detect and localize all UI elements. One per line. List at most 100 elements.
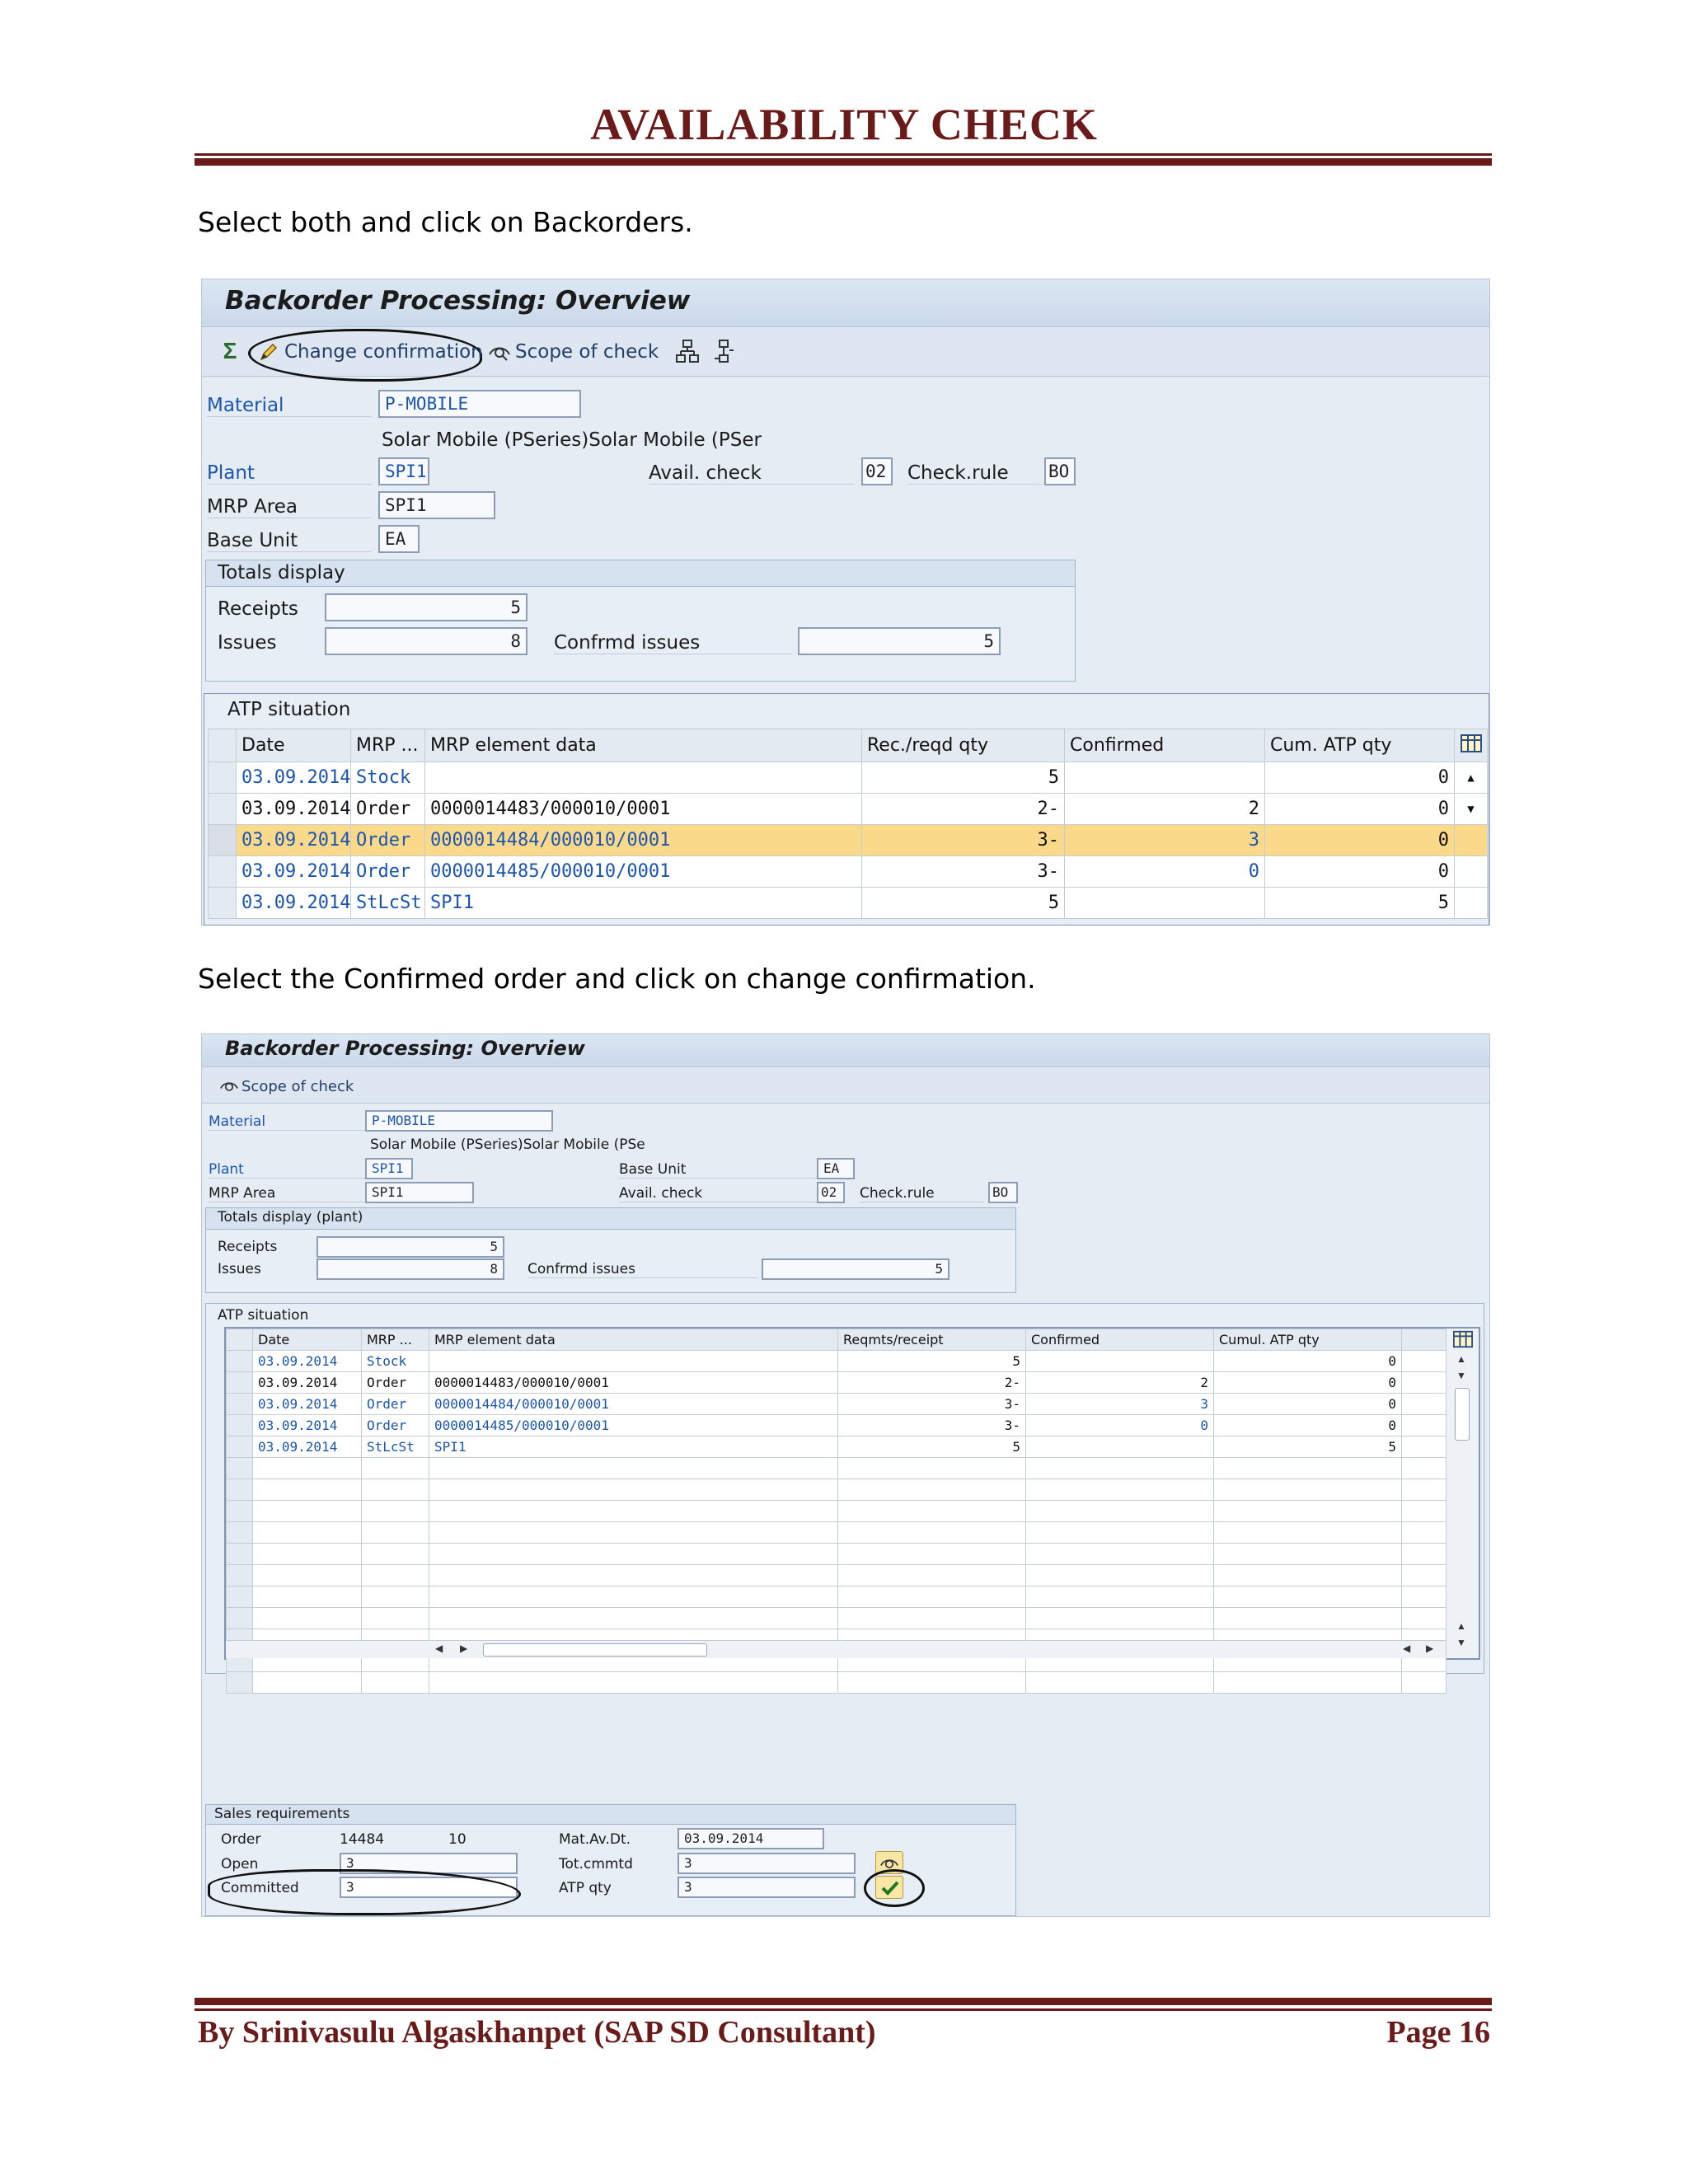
row-selector[interactable]	[208, 855, 237, 888]
row-selector[interactable]	[226, 1393, 253, 1415]
row-selector[interactable]	[226, 1436, 253, 1458]
cum-atp-cell: 5	[1213, 1436, 1402, 1458]
atp-qty-field[interactable]: 3	[678, 1877, 856, 1898]
column-header[interactable]: MRP ...	[350, 729, 425, 762]
row-selector[interactable]	[208, 793, 237, 825]
column-header[interactable]: Date	[252, 1329, 362, 1351]
change-confirmation-button[interactable]: Change confirmation	[258, 337, 483, 367]
scroll-up-icon[interactable]: ▲	[1454, 762, 1488, 794]
scroll-up-icon[interactable]: ▲	[1456, 1353, 1466, 1365]
row-selector[interactable]	[208, 887, 237, 919]
material-field[interactable]: P-MOBILE	[365, 1110, 553, 1132]
row-selector[interactable]	[208, 762, 237, 794]
confirmed-cell: 3	[1064, 824, 1265, 856]
qty-cell: 5	[861, 887, 1065, 919]
mrp-area-field[interactable]: SPI1	[365, 1182, 474, 1203]
vertical-scrollbar[interactable]: ▲ ▼ ▲ ▼	[1446, 1329, 1479, 1658]
empty-cell	[252, 1607, 362, 1629]
atp-situation-table: Date MRP ... MRP element data Rec./reqd …	[208, 729, 1488, 919]
scroll-thumb[interactable]	[1455, 1388, 1470, 1441]
scroll-right-icon[interactable]: ▶	[1426, 1643, 1433, 1654]
row-selector-header	[208, 729, 237, 762]
date-cell: 03.09.2014	[252, 1393, 362, 1415]
scroll-left-icon[interactable]: ◀	[1403, 1643, 1410, 1654]
table-row[interactable]: 03.09.2014 Order 0000014483/000010/0001 2- 2…	[226, 1371, 1447, 1394]
avail-check-field[interactable]: 02	[861, 457, 893, 485]
check-rule-field[interactable]: BO	[1044, 457, 1076, 485]
scroll-up-icon[interactable]: ▲	[1456, 1620, 1466, 1632]
table-row[interactable]: 03.09.2014 Order 0000014484/000010/0001 3- 3…	[208, 824, 1488, 856]
base-unit-field[interactable]: EA	[378, 525, 420, 553]
column-header[interactable]: Cumul. ATP qty	[1213, 1329, 1402, 1351]
column-header[interactable]: Confirmed	[1064, 729, 1265, 762]
table-row[interactable]: 03.09.2014 Order 0000014485/000010/0001 3- 0…	[208, 855, 1488, 888]
scroll-down-icon[interactable]: ▼	[1456, 1370, 1466, 1381]
column-header[interactable]: Reqmts/receipt	[837, 1329, 1026, 1351]
confirmed-cell	[1025, 1350, 1214, 1372]
column-header[interactable]: MRP element data	[429, 1329, 838, 1351]
row-selector[interactable]	[208, 824, 237, 856]
row-selector	[226, 1479, 253, 1501]
date-cell: 03.09.2014	[252, 1350, 362, 1372]
column-header[interactable]: Cum. ATP qty	[1264, 729, 1455, 762]
row-selector[interactable]	[226, 1350, 253, 1372]
column-header[interactable]: Rec./reqd qty	[861, 729, 1065, 762]
confirmed-issues-field[interactable]: 5	[798, 627, 1001, 655]
empty-cell	[1401, 1564, 1447, 1586]
mrp-cell: StLcSt	[361, 1436, 429, 1458]
table-row[interactable]: 03.09.2014 StLcSt SPI1 5 5	[226, 1436, 1447, 1458]
check-rule-field[interactable]: BO	[988, 1182, 1018, 1203]
empty-cell	[1213, 1671, 1402, 1694]
scope-of-check-icon	[220, 1082, 238, 1091]
table-settings-icon[interactable]	[1454, 729, 1488, 762]
column-header[interactable]: MRP ...	[361, 1329, 429, 1351]
plant-field[interactable]: SPI1	[378, 457, 429, 485]
plant-field[interactable]: SPI1	[365, 1158, 413, 1179]
empty-cell	[837, 1500, 1026, 1522]
receipts-field[interactable]: 5	[325, 593, 528, 621]
date-cell: 03.09.2014	[252, 1371, 362, 1394]
scroll-right-icon[interactable]: ▶	[460, 1643, 467, 1654]
expand-hierarchy-icon[interactable]	[675, 339, 700, 363]
totals-display-title: Totals display (plant)	[218, 1209, 363, 1226]
table-row[interactable]: 03.09.2014 Order 0000014483/000010/0001 2- 2…	[208, 793, 1488, 825]
scope-of-check-button[interactable]: Scope of check	[487, 337, 659, 367]
qty-cell: 3-	[837, 1393, 1026, 1415]
empty-cell	[429, 1671, 838, 1694]
table-row[interactable]: 03.09.2014 Order 0000014485/000010/0001 3- 0…	[226, 1414, 1447, 1436]
row-selector[interactable]	[226, 1371, 253, 1394]
horizontal-scrollbar[interactable]: ◀ ▶ ◀ ▶	[226, 1640, 1446, 1658]
scroll-left-icon[interactable]: ◀	[435, 1643, 443, 1654]
scope-of-check-icon	[489, 347, 510, 361]
scroll-thumb[interactable]	[483, 1643, 707, 1657]
mrp-area-field[interactable]: SPI1	[378, 491, 495, 519]
scope-of-check-button[interactable]: Scope of check	[218, 1076, 354, 1097]
avail-check-field[interactable]: 02	[817, 1182, 845, 1203]
empty-cell	[429, 1586, 838, 1608]
column-header[interactable]: Confirmed	[1025, 1329, 1214, 1351]
scroll-down-icon[interactable]: ▼	[1454, 793, 1488, 825]
scroll-down-icon[interactable]: ▼	[1456, 1637, 1466, 1648]
atp-situation-group: ATP situation Date MRP ... MRP element d…	[205, 1303, 1484, 1694]
column-header[interactable]: Date	[236, 729, 351, 762]
table-row[interactable]: 03.09.2014 Order 0000014484/000010/0001 3- 3…	[226, 1393, 1447, 1415]
receipts-field[interactable]: 5	[316, 1236, 504, 1258]
mat-av-dt-field[interactable]: 03.09.2014	[678, 1828, 824, 1849]
table-row[interactable]: 03.09.2014 Stock 5 0	[226, 1350, 1447, 1372]
totals-sigma-icon[interactable]: Σ	[218, 339, 241, 363]
table-settings-icon[interactable]	[1453, 1330, 1473, 1348]
row-selector[interactable]	[226, 1414, 253, 1436]
base-unit-field[interactable]: EA	[817, 1158, 855, 1179]
order-number: 14484	[340, 1831, 385, 1848]
issues-field[interactable]: 8	[316, 1258, 504, 1280]
confirmed-issues-field[interactable]: 5	[762, 1258, 950, 1280]
mrp-element-cell	[424, 762, 862, 794]
empty-cell	[1401, 1479, 1447, 1501]
tot-cmmtd-field[interactable]: 3	[678, 1853, 856, 1874]
column-header[interactable]: MRP element data	[424, 729, 862, 762]
table-row[interactable]: 03.09.2014 StLcSt SPI1 5 5	[208, 887, 1488, 919]
material-field[interactable]: P-MOBILE	[378, 390, 581, 418]
issues-field[interactable]: 8	[325, 627, 528, 655]
collapse-hierarchy-icon[interactable]	[711, 339, 736, 363]
table-row[interactable]: 03.09.2014 Stock 5 0 ▲	[208, 762, 1488, 794]
